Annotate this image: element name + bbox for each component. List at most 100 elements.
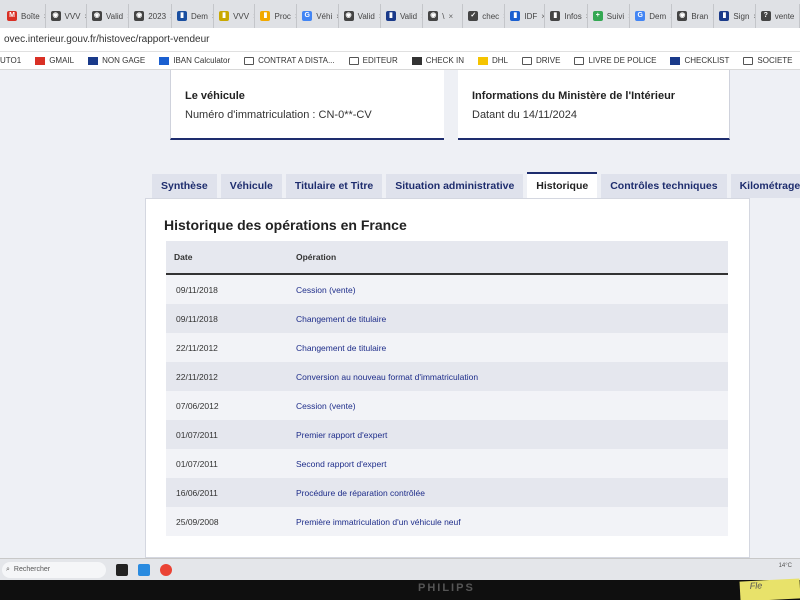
taskbar: ⌕ Rechercher 14°C: [0, 558, 800, 580]
app-icon[interactable]: [138, 563, 150, 576]
tab-titulaire-et-titre[interactable]: Titulaire et Titre: [285, 174, 383, 198]
row-date: 09/11/2018: [176, 284, 218, 295]
bookmark-item[interactable]: CHECK IN: [411, 56, 464, 65]
tab-kilometrage[interactable]: Kilométrage: [730, 174, 800, 198]
bookmark-label: CHECK IN: [425, 56, 464, 65]
flag-icon: [88, 56, 99, 65]
bookmark-label: GMAIL: [49, 56, 75, 65]
browser-tab[interactable]: ◉ \ ×: [423, 4, 464, 28]
bookmark-label: DHL: [491, 56, 508, 65]
bookmark-item[interactable]: DHL: [477, 56, 508, 65]
browser-tab[interactable]: ✓chec×: [463, 4, 506, 28]
folder-icon: [522, 56, 532, 65]
browser-tab[interactable]: ◉Valid×: [87, 4, 130, 28]
table-row: 25/09/2008 Première immatriculation d'un …: [166, 507, 728, 536]
row-operation: Premier rapport d'expert: [296, 429, 388, 440]
row-operation: Cession (vente): [296, 400, 356, 411]
folder-icon: [574, 56, 585, 65]
gmail-icon: [35, 56, 46, 65]
browser-tab-label: Boîte: [21, 11, 40, 21]
browser-tab[interactable]: ▮Valid×: [381, 4, 424, 28]
tab-vehicule[interactable]: Véhicule: [220, 174, 282, 198]
tab-favicon-icon: ◉: [50, 11, 61, 21]
browser-tab-label: 2023: [148, 11, 167, 21]
browser-tab[interactable]: GDem×: [630, 4, 673, 28]
row-date: 09/11/2018: [176, 313, 218, 324]
checklist-icon: [670, 56, 681, 65]
tab-favicon-icon: M: [7, 11, 17, 21]
bookmark-item[interactable]: CONTRAT A DISTA...: [244, 56, 335, 65]
history-panel: Historique des opérations en France Date…: [145, 198, 750, 558]
bookmarks-bar: UTO1 GMAIL NON GAGE IBAN Calculator CONTRAT …: [0, 52, 800, 70]
browser-tab[interactable]: ▮Sign×: [714, 4, 756, 28]
row-operation: Première immatriculation d'un véhicule n…: [296, 516, 461, 527]
row-date: 07/06/2012: [176, 400, 219, 411]
browser-tab-label: VVV: [64, 11, 81, 21]
table-row: 16/06/2011 Procédure de réparation contrô…: [166, 478, 728, 507]
close-icon[interactable]: ×: [449, 12, 454, 21]
tab-synthese[interactable]: Synthèse: [152, 174, 217, 198]
table-row: 09/11/2018 Cession (vente): [166, 275, 728, 304]
taskbar-search[interactable]: ⌕ Rechercher: [2, 561, 106, 578]
task-view-icon[interactable]: [116, 563, 128, 576]
page-content: Le véhicule Numéro d'immatriculation : C…: [0, 70, 800, 558]
column-header-date: Date: [174, 252, 193, 262]
tab-favicon-icon: ▮: [719, 11, 730, 21]
tab-favicon-icon: ▮: [550, 11, 561, 21]
iban-icon: [159, 56, 170, 65]
browser-tab[interactable]: ◉2023×: [129, 4, 173, 28]
bookmark-item[interactable]: CHECKLIST: [670, 56, 729, 65]
browser-tab[interactable]: ◉Valid×: [339, 4, 381, 28]
browser-tab[interactable]: ▮IDF×: [505, 4, 546, 28]
monitor-bezel: PHILIPS Fle: [0, 578, 800, 600]
bookmark-item[interactable]: SOCIETE: [743, 56, 793, 65]
bookmark-item[interactable]: LIVRE DE POLICE: [574, 56, 656, 65]
browser-tab-label: VVV: [233, 11, 250, 21]
tab-favicon-icon: ◉: [134, 11, 145, 21]
url-text[interactable]: ovec.interieur.gouv.fr/histovec/rapport-…: [4, 34, 209, 45]
bookmark-label: IBAN Calculator: [173, 56, 231, 65]
bookmark-label: CHECKLIST: [684, 56, 730, 65]
tab-favicon-icon: G: [302, 11, 313, 21]
tab-historique[interactable]: Historique: [527, 172, 598, 198]
bookmark-item[interactable]: IBAN Calculator: [159, 56, 230, 65]
row-date: 22/11/2012: [176, 371, 218, 382]
browser-tab[interactable]: ▮Dem×: [172, 4, 215, 28]
browser-tab-label: Dem: [191, 11, 208, 21]
browser-tab[interactable]: GVéhi×: [297, 4, 339, 28]
browser-tab[interactable]: +Suivi×: [588, 4, 631, 28]
browser-tab-label: Suivi: [606, 11, 625, 21]
weather-widget[interactable]: 14°C: [779, 563, 792, 569]
bookmark-label: DRIVE: [536, 56, 561, 65]
browser-tabstrip: MBoîte×◉VVV×◉Valid×◉2023×▮Dem×▮VVV×▮Proc…: [0, 0, 800, 28]
bookmark-item[interactable]: GMAIL: [35, 56, 74, 65]
address-bar[interactable]: ovec.interieur.gouv.fr/histovec/rapport-…: [0, 28, 800, 52]
chrome-icon[interactable]: [160, 563, 172, 576]
browser-tab[interactable]: ◉Bran×: [672, 4, 715, 28]
browser-tab[interactable]: ◉VVV×: [46, 4, 87, 28]
browser-tab[interactable]: ▮Infos×: [545, 4, 588, 28]
row-date: 01/07/2011: [176, 429, 218, 440]
browser-tab[interactable]: ?vente×: [756, 4, 800, 28]
search-icon: ⌕: [6, 565, 10, 573]
folder-icon: [743, 56, 754, 65]
folder-icon: [348, 56, 359, 65]
history-table: Date Opération 09/11/2018 Cession (vente)…: [166, 241, 728, 536]
tab-controles-techniques[interactable]: Contrôles techniques: [601, 174, 727, 198]
bookmark-item[interactable]: NON GAGE: [88, 56, 145, 65]
browser-tab[interactable]: ▮VVV×: [214, 4, 256, 28]
row-operation: Procédure de réparation contrôlée: [296, 487, 425, 498]
tab-favicon-icon: ▮: [385, 11, 396, 21]
bookmark-item[interactable]: EDITEUR: [348, 56, 398, 65]
row-operation: Second rapport d'expert: [296, 458, 387, 469]
tab-situation-administrative[interactable]: Situation administrative: [386, 174, 524, 198]
row-date: 25/09/2008: [176, 516, 219, 527]
table-header: Date Opération: [166, 241, 728, 275]
row-date: 22/11/2012: [176, 342, 218, 353]
bookmark-item[interactable]: DRIVE: [522, 56, 560, 65]
tab-favicon-icon: G: [635, 11, 646, 21]
browser-tab[interactable]: MBoîte×: [2, 4, 46, 28]
browser-tab[interactable]: ▮Proc×: [255, 4, 298, 28]
report-tabs: Synthèse Véhicule Titulaire et Titre Sit…: [152, 172, 800, 198]
bookmark-item[interactable]: UTO1: [0, 56, 21, 65]
